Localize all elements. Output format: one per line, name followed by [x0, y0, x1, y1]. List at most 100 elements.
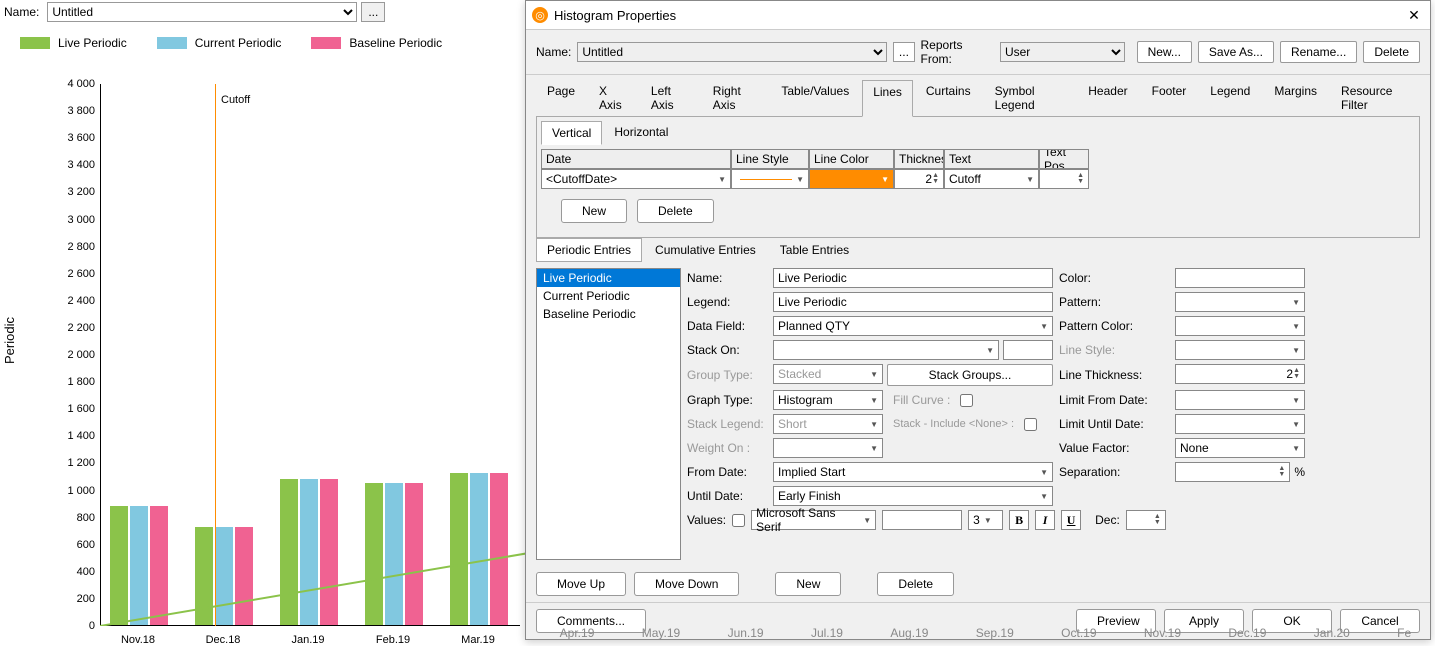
spinner-icon[interactable]: ▲▼	[932, 173, 939, 185]
bar	[365, 483, 383, 625]
line-delete-button[interactable]: Delete	[637, 199, 714, 223]
tab-footer[interactable]: Footer	[1141, 79, 1198, 116]
save-as-button[interactable]: Save As...	[1198, 41, 1274, 63]
tab-lines[interactable]: Lines	[862, 80, 913, 117]
dlg-name-select[interactable]: Untitled	[577, 42, 887, 62]
chevron-down-icon[interactable]: ▼	[1026, 175, 1034, 184]
col-linestyle: Line Style	[731, 149, 809, 169]
list-item[interactable]: Baseline Periodic	[537, 305, 680, 323]
prop-limituntil-select[interactable]: ▼	[1175, 414, 1305, 434]
prop-linestyle-select[interactable]: ▼	[1175, 340, 1305, 360]
font-color-picker[interactable]: ▼	[882, 510, 962, 530]
move-up-button[interactable]: Move Up	[536, 572, 626, 596]
prop-limitfrom-select[interactable]: ▼	[1175, 390, 1305, 410]
prop-graphtype-select[interactable]: Histogram▼	[773, 390, 883, 410]
tab-resource-filter[interactable]: Resource Filter	[1330, 79, 1420, 116]
move-down-button[interactable]: Move Down	[634, 572, 739, 596]
chart-legend: Live Periodic Current Periodic Baseline …	[0, 24, 520, 62]
prop-stackon-extra[interactable]	[1003, 340, 1053, 360]
ytick: 400	[50, 566, 95, 578]
ytick: 1 400	[50, 430, 95, 442]
xtick: Nov.18	[121, 634, 155, 646]
prop-legend-label: Legend:	[687, 292, 767, 312]
font-select[interactable]: Microsoft Sans Serif▼	[751, 510, 876, 530]
prop-fromdate-select[interactable]: Implied Start▼	[773, 462, 1053, 482]
spinner-icon[interactable]: ▲▼	[1077, 173, 1084, 185]
italic-button[interactable]: I	[1035, 510, 1055, 530]
values-checkbox[interactable]	[732, 514, 745, 527]
name-ellipsis-button[interactable]: ...	[361, 2, 385, 22]
tab-cumulative-entries[interactable]: Cumulative Entries	[644, 238, 767, 262]
close-icon[interactable]: ✕	[1404, 5, 1424, 25]
ytick: 1 800	[50, 376, 95, 388]
list-item[interactable]: Live Periodic	[537, 269, 680, 287]
subtab-vertical[interactable]: Vertical	[541, 121, 602, 145]
report-name-select[interactable]: Untitled	[47, 2, 357, 22]
prop-legend-input[interactable]: Live Periodic	[773, 292, 1053, 312]
prop-untildate-label: Until Date:	[687, 486, 767, 506]
prop-name-input[interactable]: Live Periodic	[773, 268, 1053, 288]
prop-color-picker[interactable]: ▼	[1175, 268, 1305, 288]
entry-new-button[interactable]: New	[775, 572, 841, 596]
prop-patterncolor-select[interactable]: ▼	[1175, 316, 1305, 336]
font-size-select[interactable]: 3▼	[968, 510, 1003, 530]
tab-x-axis[interactable]: X Axis	[588, 79, 638, 116]
entry-delete-button[interactable]: Delete	[877, 572, 954, 596]
prop-stackon-label: Stack On:	[687, 340, 767, 360]
prop-separation-input[interactable]: ▲▼	[1175, 462, 1290, 482]
row-thickness: 2	[899, 172, 932, 186]
tab-left-axis[interactable]: Left Axis	[640, 79, 700, 116]
tab-margins[interactable]: Margins	[1263, 79, 1328, 116]
chevron-down-icon[interactable]: ▼	[796, 175, 804, 184]
ytick: 3 600	[50, 132, 95, 144]
new-report-button[interactable]: New...	[1137, 41, 1192, 63]
fillcurve-checkbox[interactable]	[960, 394, 973, 407]
prop-stackon-select[interactable]: ▼	[773, 340, 999, 360]
legend-swatch-current	[157, 37, 187, 49]
line-style-preview	[740, 179, 792, 180]
tab-table-entries[interactable]: Table Entries	[769, 238, 860, 262]
tab-legend[interactable]: Legend	[1199, 79, 1261, 116]
dlg-name-ellipsis-button[interactable]: ...	[893, 42, 914, 62]
chevron-down-icon[interactable]: ▼	[718, 175, 726, 184]
xtick: Dec.18	[206, 634, 241, 646]
prop-untildate-select[interactable]: Early Finish▼	[773, 486, 1053, 506]
line-color-cell[interactable]: ▼	[809, 169, 894, 189]
bar	[235, 527, 253, 625]
prop-stacklegend-select: Short▼	[773, 414, 883, 434]
tab-symbol-legend[interactable]: Symbol Legend	[984, 79, 1076, 116]
prop-valuefactor-select[interactable]: None▼	[1175, 438, 1305, 458]
bar	[195, 527, 213, 625]
dec-input[interactable]: ▲▼	[1126, 510, 1166, 530]
stack-groups-button[interactable]: Stack Groups...	[887, 364, 1053, 386]
cutoff-line	[215, 84, 216, 626]
prop-pattern-select[interactable]: ▼	[1175, 292, 1305, 312]
ytick: 4 000	[50, 78, 95, 90]
underline-button[interactable]: U	[1061, 510, 1081, 530]
y-axis-label: Periodic	[2, 317, 17, 364]
stackinclude-label: Stack - Include <None> :	[893, 418, 1014, 430]
bar	[320, 479, 338, 625]
bold-button[interactable]: B	[1009, 510, 1029, 530]
entries-list[interactable]: Live PeriodicCurrent PeriodicBaseline Pe…	[536, 268, 681, 560]
prop-pattern-label: Pattern:	[1059, 292, 1169, 312]
tab-curtains[interactable]: Curtains	[915, 79, 982, 116]
reports-from-select[interactable]: User	[1000, 42, 1125, 62]
tab-table-values[interactable]: Table/Values	[770, 79, 860, 116]
line-new-button[interactable]: New	[561, 199, 627, 223]
stackinclude-checkbox[interactable]	[1024, 418, 1037, 431]
line-table-row[interactable]: <CutoffDate>▼ ▼ ▼ 2▲▼ Cutoff▼ ▲▼	[541, 169, 1415, 189]
tab-page[interactable]: Page	[536, 79, 586, 116]
tab-header[interactable]: Header	[1077, 79, 1138, 116]
dialog-top-row: Name: Untitled ... Reports From: User Ne…	[526, 30, 1430, 75]
prop-datafield-select[interactable]: Planned QTY▼	[773, 316, 1053, 336]
tab-right-axis[interactable]: Right Axis	[702, 79, 769, 116]
app-icon: ◎	[532, 7, 548, 23]
tab-periodic-entries[interactable]: Periodic Entries	[536, 238, 642, 262]
prop-linethick-input[interactable]: 2▲▼	[1175, 364, 1305, 384]
histogram-properties-dialog: ◎ Histogram Properties ✕ Name: Untitled …	[525, 0, 1431, 640]
delete-report-button[interactable]: Delete	[1363, 41, 1420, 63]
rename-button[interactable]: Rename...	[1280, 41, 1357, 63]
subtab-horizontal[interactable]: Horizontal	[604, 121, 678, 145]
list-item[interactable]: Current Periodic	[537, 287, 680, 305]
